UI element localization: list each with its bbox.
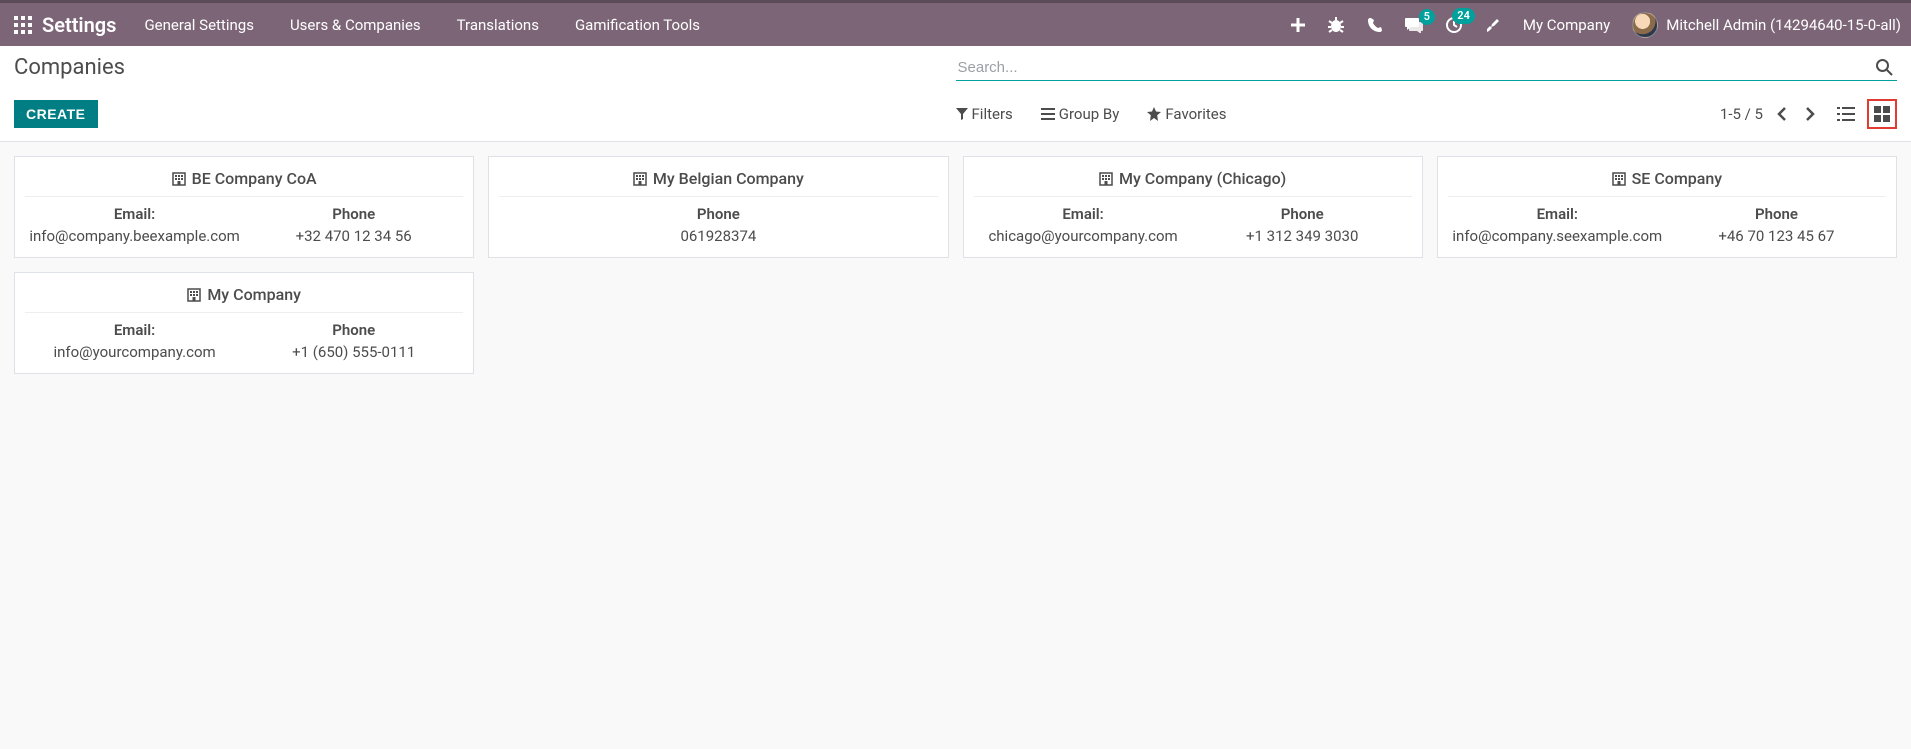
company-card-title: SE Company [1448,165,1886,197]
kanban-view: BE Company CoAEmail:info@company.beexamp… [0,142,1911,388]
company-card[interactable]: BE Company CoA Email:info@company.beexamp… [14,156,474,258]
user-menu[interactable]: Mitchell Admin (14294640-15-0-all) [1632,12,1901,38]
company-switcher[interactable]: My Company [1523,16,1610,34]
company-name: My Company [207,285,301,304]
filters-button[interactable]: Filters [956,105,1013,123]
list-icon [1041,108,1055,120]
activities-badge: 24 [1452,8,1475,24]
control-panel: Companies CREATE Filters Group By Favori… [0,46,1911,142]
building-icon [1099,172,1113,186]
company-name: My Belgian Company [653,169,804,188]
email-label: Email: [25,201,244,227]
email-label: Email: [25,317,244,343]
star-icon [1147,107,1161,121]
phone-value: +1 (650) 555-0111 [244,343,463,361]
email-label: Email: [974,201,1193,227]
phone-value: +32 470 12 34 56 [244,227,463,245]
company-card[interactable]: SE Company Email:info@company.seexample.c… [1437,156,1897,258]
building-icon [633,172,647,186]
breadcrumb-title: Companies [14,55,956,80]
search-icon[interactable] [1871,54,1897,80]
phone-value: +46 70 123 45 67 [1667,227,1886,245]
building-icon [1612,172,1626,186]
company-card-title: BE Company CoA [25,165,463,197]
phone-label: Phone [499,201,937,227]
menu-gamification-tools[interactable]: Gamification Tools [575,16,700,34]
email-value: info@company.seexample.com [1448,227,1667,245]
nav-menu: General Settings Users & Companies Trans… [144,16,700,34]
favorites-label: Favorites [1165,105,1226,123]
company-card-body: Email:chicago@yourcompany.comPhone+1 312… [974,201,1412,245]
tools-icon[interactable] [1485,17,1501,33]
company-name: SE Company [1632,169,1723,188]
search-wrap [956,54,1898,81]
email-label: Email: [1448,201,1667,227]
company-card-title: My Company (Chicago) [974,165,1412,197]
systray: 5 24 My Company Mitchell Admin (14294640… [1291,12,1901,38]
company-card-body: Email:info@company.beexample.comPhone+32… [25,201,463,245]
main-navbar: Settings General Settings Users & Compan… [0,0,1911,46]
apps-icon[interactable] [14,16,32,34]
app-brand[interactable]: Settings [42,13,116,37]
company-card-body: Email:info@yourcompany.comPhone+1 (650) … [25,317,463,361]
email-value: info@company.beexample.com [25,227,244,245]
groupby-label: Group By [1059,105,1120,123]
pager-prev[interactable] [1773,103,1791,125]
company-card-title: My Company [25,281,463,313]
messaging-badge: 5 [1419,9,1435,25]
pager-value[interactable]: 1-5 / 5 [1720,105,1763,123]
phone-label: Phone [244,317,463,343]
company-card-body: Phone061928374 [499,201,937,245]
building-icon [172,172,186,186]
kanban-view-button[interactable] [1867,99,1897,129]
phone-value: 061928374 [499,227,937,245]
activities-icon[interactable]: 24 [1445,16,1463,34]
messaging-icon[interactable]: 5 [1405,17,1423,33]
company-card[interactable]: My Company (Chicago) Email:chicago@yourco… [963,156,1423,258]
list-view-button[interactable] [1831,99,1861,129]
avatar [1632,12,1658,38]
filters-label: Filters [972,105,1013,123]
new-icon[interactable] [1291,18,1305,32]
pager: 1-5 / 5 [1720,103,1819,125]
company-card-title: My Belgian Company [499,165,937,197]
funnel-icon [956,108,968,120]
view-switcher [1831,99,1897,129]
user-name: Mitchell Admin (14294640-15-0-all) [1666,16,1901,34]
email-value: chicago@yourcompany.com [974,227,1193,245]
company-card[interactable]: My Belgian Company Phone061928374 [488,156,948,258]
phone-value: +1 312 349 3030 [1193,227,1412,245]
menu-users-companies[interactable]: Users & Companies [290,16,421,34]
search-input[interactable] [956,55,1872,80]
menu-general-settings[interactable]: General Settings [144,16,254,34]
company-name: My Company (Chicago) [1119,169,1286,188]
building-icon [187,288,201,302]
company-card-body: Email:info@company.seexample.comPhone+46… [1448,201,1886,245]
pager-next[interactable] [1801,103,1819,125]
phone-icon[interactable] [1367,17,1383,33]
groupby-button[interactable]: Group By [1041,105,1120,123]
email-value: info@yourcompany.com [25,343,244,361]
create-button[interactable]: CREATE [14,100,98,128]
phone-label: Phone [1667,201,1886,227]
company-name: BE Company CoA [192,169,317,188]
phone-label: Phone [244,201,463,227]
company-card[interactable]: My Company Email:info@yourcompany.comPhon… [14,272,474,374]
phone-label: Phone [1193,201,1412,227]
debug-icon[interactable] [1327,17,1345,33]
menu-translations[interactable]: Translations [457,16,539,34]
favorites-button[interactable]: Favorites [1147,105,1226,123]
